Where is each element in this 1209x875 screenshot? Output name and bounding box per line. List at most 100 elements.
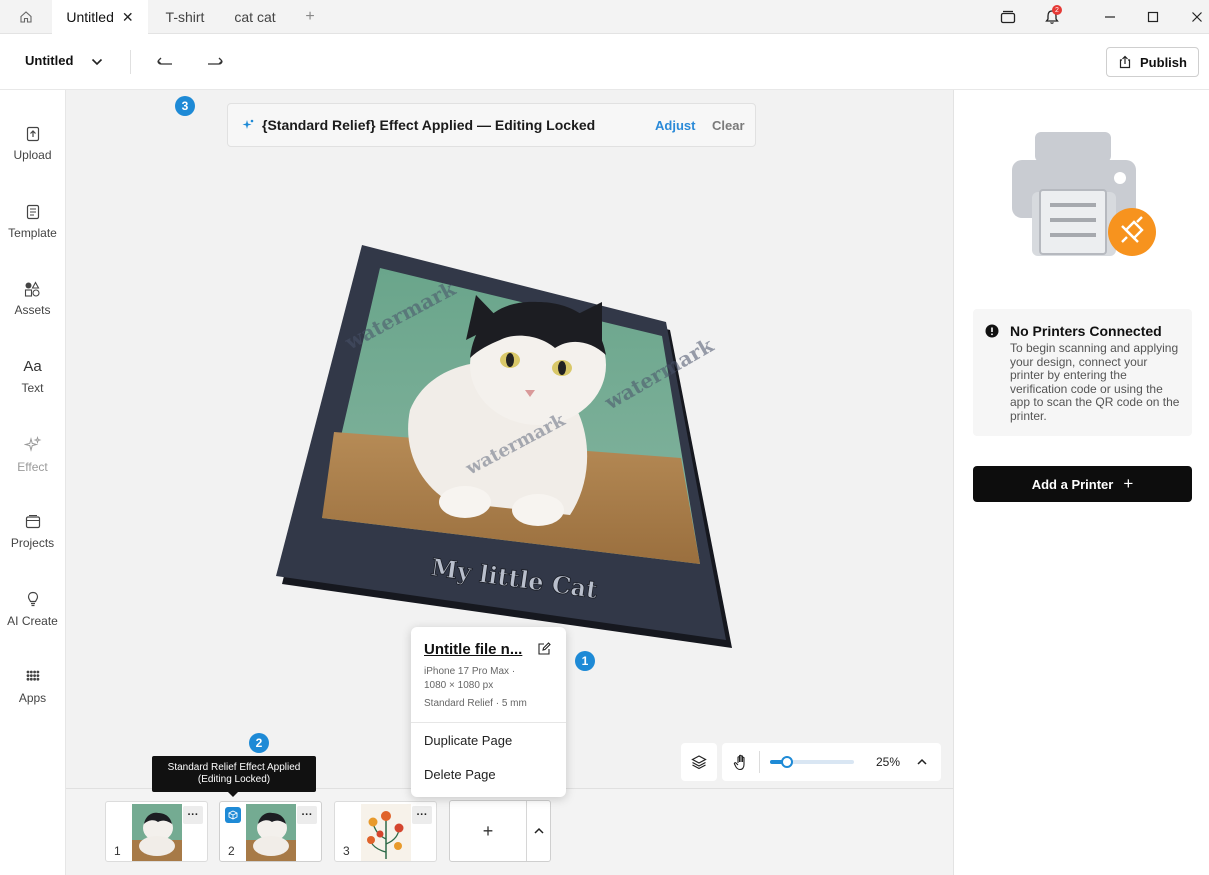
upload-icon bbox=[26, 126, 39, 142]
page-number: 2 bbox=[228, 844, 235, 858]
disconnected-plug-badge bbox=[1108, 208, 1156, 256]
plus-icon: + bbox=[1123, 474, 1134, 493]
add-printer-button[interactable]: Add a Printer + bbox=[973, 466, 1192, 502]
maximize-button[interactable] bbox=[1133, 0, 1173, 34]
sidebar-item-template[interactable]: Template bbox=[0, 204, 65, 264]
thumbnail-image bbox=[361, 804, 411, 861]
panel-toggle-button[interactable] bbox=[988, 0, 1028, 34]
tray-icon bbox=[1000, 10, 1016, 24]
sparkle-icon bbox=[23, 436, 41, 452]
tab-label: cat cat bbox=[234, 9, 276, 25]
sidebar-item-label: Projects bbox=[10, 536, 55, 550]
effect-banner: {Standard Relief} Effect Applied — Editi… bbox=[227, 103, 756, 147]
expand-pages-button[interactable] bbox=[527, 801, 551, 861]
sidebar-item-apps[interactable]: Apps bbox=[0, 669, 65, 729]
home-tab[interactable] bbox=[8, 0, 44, 34]
divider bbox=[130, 50, 131, 74]
zoom-slider-handle[interactable] bbox=[780, 756, 793, 768]
redo-icon[interactable] bbox=[206, 53, 224, 69]
share-icon bbox=[1119, 55, 1131, 69]
page-menu-button[interactable]: ··· bbox=[412, 806, 432, 824]
page-number: 1 bbox=[114, 844, 121, 858]
tab-label: T-shirt bbox=[165, 9, 205, 25]
divider bbox=[759, 751, 760, 773]
notifications-button[interactable]: 2 bbox=[1032, 0, 1072, 34]
sidebar-item-label: Text bbox=[21, 381, 44, 395]
printer-illustration bbox=[1012, 132, 1156, 256]
tab-cat-cat[interactable]: cat cat bbox=[222, 0, 288, 34]
thumbnail-image bbox=[132, 804, 182, 861]
add-page-control: + bbox=[449, 800, 551, 862]
home-icon bbox=[20, 11, 32, 23]
sidebar-item-effect[interactable]: Effect bbox=[0, 436, 65, 496]
close-window-button[interactable] bbox=[1177, 0, 1209, 34]
step-marker-1: 1 bbox=[575, 651, 595, 671]
file-name[interactable]: Untitle file n... bbox=[424, 641, 522, 658]
plus-icon: + bbox=[305, 8, 315, 25]
minimize-icon bbox=[1105, 16, 1115, 18]
sidebar-item-label: Apps bbox=[18, 691, 47, 705]
tab-untitled[interactable]: Untitled ✕ bbox=[52, 0, 148, 34]
toolbar: Untitled Publish bbox=[0, 34, 1209, 90]
layers-button[interactable] bbox=[681, 743, 717, 781]
chevron-down-icon[interactable] bbox=[90, 55, 104, 69]
delete-page-item[interactable]: Delete Page bbox=[424, 767, 496, 782]
no-printer-notice: No Printers Connected To begin scanning … bbox=[973, 309, 1192, 436]
page-thumbnail-2[interactable]: ··· 2 bbox=[219, 801, 322, 862]
step-marker-2: 2 bbox=[249, 733, 269, 753]
tab-t-shirt[interactable]: T-shirt bbox=[150, 0, 220, 34]
sidebar-item-label: Template bbox=[8, 226, 57, 240]
page-thumbnail-3[interactable]: ··· 3 bbox=[334, 801, 437, 862]
divider bbox=[411, 722, 566, 723]
sidebar: Upload Template Assets Aa Text Effect Pr… bbox=[0, 90, 66, 875]
cube-icon bbox=[228, 810, 238, 820]
text-icon: Aa bbox=[23, 358, 42, 375]
notice-body: To begin scanning and applying your desi… bbox=[1010, 341, 1180, 423]
layers-icon bbox=[691, 755, 707, 770]
alert-icon bbox=[985, 324, 999, 338]
tooltip-line: (Editing Locked) bbox=[197, 774, 271, 785]
minimize-button[interactable] bbox=[1090, 0, 1130, 34]
undo-icon[interactable] bbox=[156, 53, 174, 69]
page-menu-button[interactable]: ··· bbox=[297, 806, 317, 824]
tab-label: Untitled bbox=[66, 9, 114, 25]
publish-label: Publish bbox=[1140, 54, 1187, 70]
sidebar-item-upload[interactable]: Upload bbox=[0, 126, 65, 186]
thumbnail-image bbox=[246, 804, 296, 861]
tooltip-line: Standard Relief Effect Applied bbox=[167, 762, 301, 773]
sidebar-item-text[interactable]: Aa Text bbox=[0, 359, 65, 419]
sidebar-item-ai-create[interactable]: AI Create bbox=[0, 591, 65, 651]
clear-button[interactable]: Clear bbox=[712, 118, 745, 133]
close-tab-icon[interactable]: ✕ bbox=[122, 9, 134, 26]
file-meta-effect: Standard Relief · 5 mm bbox=[424, 698, 527, 709]
zoom-toolbar: 25% bbox=[681, 743, 941, 781]
page-thumbnail-1[interactable]: ··· 1 bbox=[105, 801, 208, 862]
notice-heading: No Printers Connected bbox=[1010, 323, 1162, 339]
page-menu-button[interactable]: ··· bbox=[183, 806, 203, 824]
assets-icon bbox=[24, 281, 40, 297]
sidebar-item-assets[interactable]: Assets bbox=[0, 281, 65, 341]
publish-button[interactable]: Publish bbox=[1106, 47, 1199, 77]
chevron-up-icon[interactable] bbox=[916, 756, 928, 768]
apps-grid-icon bbox=[26, 670, 39, 681]
edit-icon[interactable] bbox=[537, 642, 551, 656]
sidebar-item-projects[interactable]: Projects bbox=[0, 514, 65, 574]
hand-icon[interactable] bbox=[733, 754, 749, 771]
notification-badge: 2 bbox=[1052, 5, 1062, 15]
design-object[interactable]: watermark watermark watermark My little … bbox=[270, 240, 740, 650]
duplicate-page-item[interactable]: Duplicate Page bbox=[424, 733, 512, 748]
title-bar: Untitled ✕ T-shirt cat cat + 2 bbox=[0, 0, 1209, 34]
file-meta-device: iPhone 17 Pro Max · bbox=[424, 666, 516, 677]
effect-banner-title: {Standard Relief} Effect Applied — Editi… bbox=[262, 117, 596, 133]
chevron-up-icon bbox=[534, 827, 544, 834]
zoom-slider[interactable] bbox=[770, 756, 854, 768]
sidebar-item-label: Assets bbox=[14, 303, 51, 317]
sparkle-icon bbox=[242, 119, 254, 129]
adjust-button[interactable]: Adjust bbox=[655, 118, 695, 133]
new-tab-button[interactable]: + bbox=[298, 0, 322, 34]
add-page-button[interactable]: + bbox=[450, 801, 527, 861]
page-popup-menu: Untitle file n... iPhone 17 Pro Max · 10… bbox=[411, 627, 566, 797]
relief-effect-badge bbox=[225, 807, 241, 823]
zoom-level: 25% bbox=[876, 755, 901, 769]
project-name[interactable]: Untitled bbox=[25, 53, 73, 68]
